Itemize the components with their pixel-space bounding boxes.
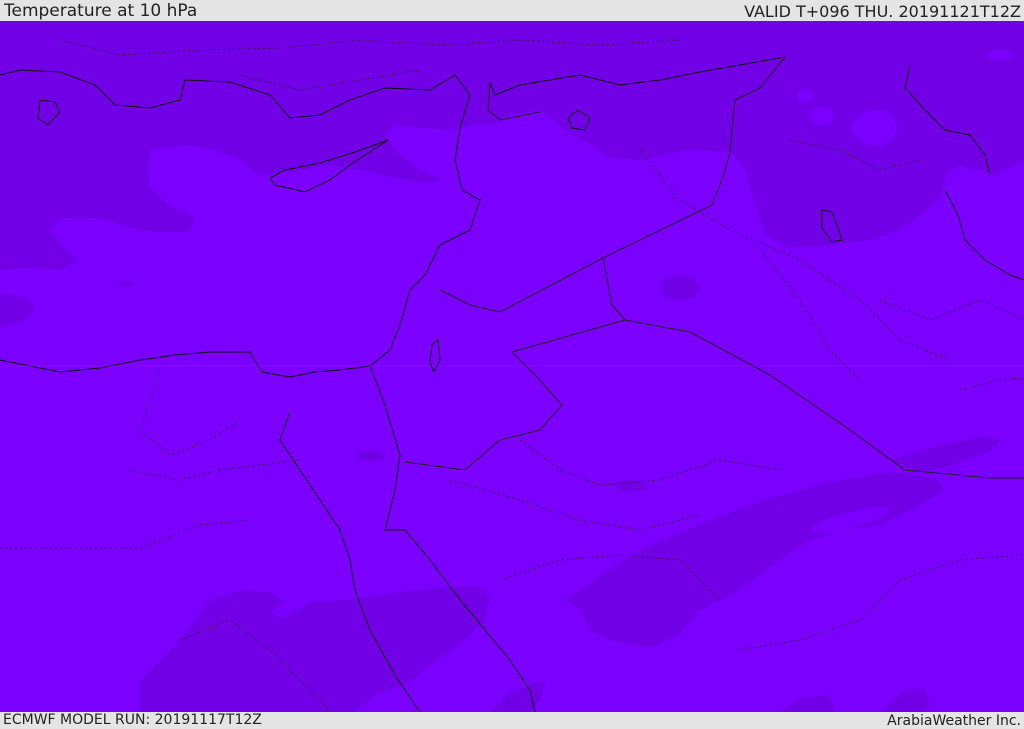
- footer-bar: ECMWF MODEL RUN: 20191117T12Z ArabiaWeat…: [0, 712, 1024, 729]
- valid-time: VALID T+096 THU. 20191121T12Z: [744, 2, 1021, 21]
- cold-patch-saudi: [614, 480, 646, 492]
- model-run-label: ECMWF MODEL RUN: 20191117T12Z: [3, 712, 262, 728]
- map-title: Temperature at 10 hPa: [4, 1, 198, 21]
- warm-pocket-top: [988, 50, 1012, 60]
- cold-patch-syria: [660, 276, 700, 300]
- warm-pocket-iran-3: [797, 89, 813, 103]
- cold-patch-west: [118, 281, 134, 287]
- temperature-map: [0, 21, 1024, 712]
- header-bar: Temperature at 10 hPa VALID T+096 THU. 2…: [0, 0, 1024, 21]
- warm-pocket-iran-1: [853, 110, 897, 146]
- cold-patch-sinai: [356, 450, 384, 462]
- warm-pocket-iran-2: [810, 107, 834, 125]
- credit-label: ArabiaWeather Inc.: [887, 713, 1021, 729]
